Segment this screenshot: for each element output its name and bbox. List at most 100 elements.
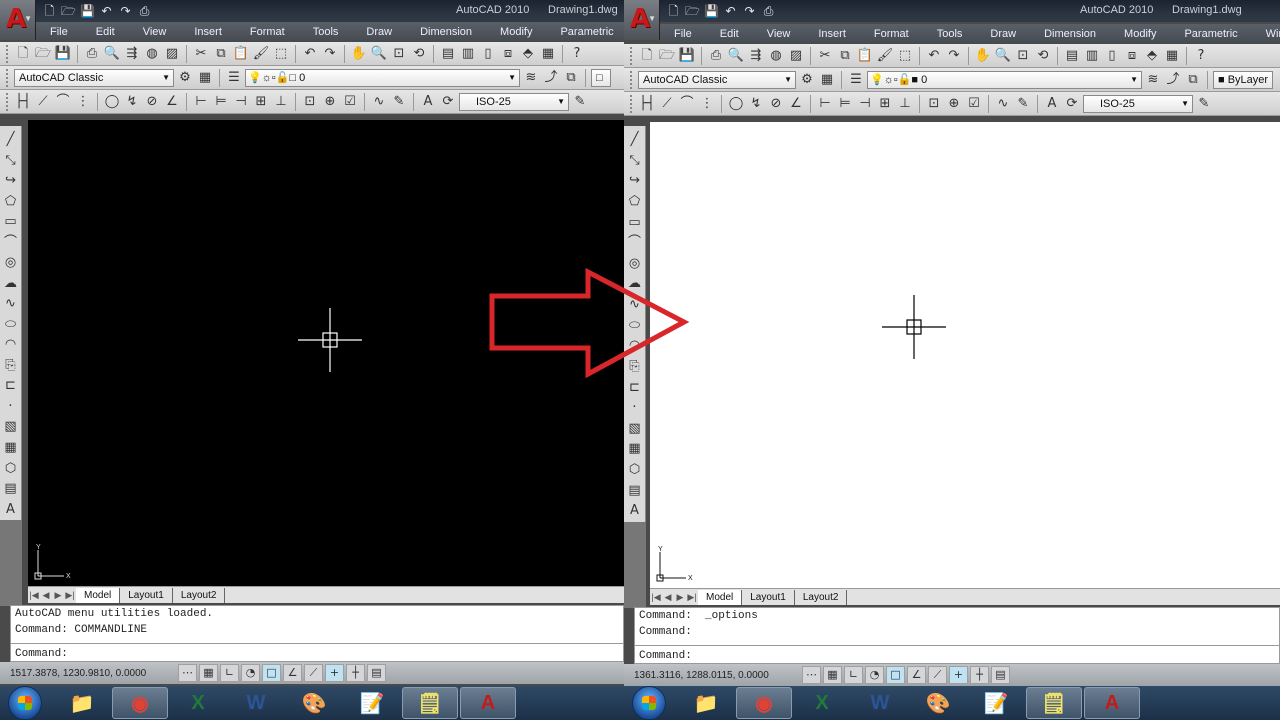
cut-icon[interactable]: ✂ xyxy=(192,45,210,63)
continue-icon[interactable]: ⊣ xyxy=(856,95,874,113)
line-icon[interactable]: ╱ xyxy=(626,130,644,151)
menu-item-view[interactable]: View xyxy=(753,28,805,40)
help-icon[interactable]: ? xyxy=(1192,47,1210,65)
taskbar-paint[interactable]: 🎨 xyxy=(910,687,966,719)
dyn-icon[interactable]: + xyxy=(325,664,344,682)
dimension-style-icon[interactable]: ✎ xyxy=(1195,95,1213,113)
menu-item-parametric[interactable]: Parametric xyxy=(546,26,624,38)
lwt-icon[interactable]: ┼ xyxy=(970,666,989,684)
match-properties-icon[interactable]: 🖌 xyxy=(876,47,894,65)
taskbar-google-chrome[interactable]: ◉ xyxy=(736,687,792,719)
gradient-icon[interactable]: ▦ xyxy=(2,438,20,459)
circle-icon[interactable]: ◎ xyxy=(2,253,20,274)
dimension-style-icon[interactable]: ✎ xyxy=(571,93,589,111)
layer-properties-icon[interactable]: ☰ xyxy=(847,71,865,89)
point-icon[interactable]: · xyxy=(2,397,20,418)
match-properties-icon[interactable]: 🖌 xyxy=(252,45,270,63)
tab-layout1[interactable]: Layout1 xyxy=(120,587,173,603)
first-tab-icon[interactable]: |◀ xyxy=(650,592,662,603)
zoom-previous-icon[interactable]: ⟲ xyxy=(1034,47,1052,65)
taskbar-sticky-notes[interactable]: 🗒 xyxy=(1026,687,1082,719)
plot-style-icon[interactable]: ▨ xyxy=(787,47,805,65)
zoom-realtime-icon[interactable]: 🔍 xyxy=(370,45,388,63)
construction-line-icon[interactable]: ⤡ xyxy=(2,151,20,172)
workspace-dropdown[interactable]: AutoCAD Classic ▼ xyxy=(14,68,174,87)
sheet-set-icon[interactable]: ⧈ xyxy=(1123,47,1141,65)
region-icon[interactable]: ⬡ xyxy=(626,460,644,481)
region-icon[interactable]: ⬡ xyxy=(2,459,20,480)
markup-icon[interactable]: ⬘ xyxy=(519,45,537,63)
prev-tab-icon[interactable]: ◀ xyxy=(40,590,52,601)
next-tab-icon[interactable]: ▶ xyxy=(674,592,686,603)
block-editor-icon[interactable]: ⬚ xyxy=(272,45,290,63)
taskbar-sticky-notes[interactable]: 🗒 xyxy=(402,687,458,719)
hatch-icon[interactable]: ▧ xyxy=(2,417,20,438)
menu-item-tools[interactable]: Tools xyxy=(923,28,977,40)
menu-item-edit[interactable]: Edit xyxy=(706,28,753,40)
menu-item-draw[interactable]: Draw xyxy=(352,26,406,38)
rectangle-icon[interactable]: ▭ xyxy=(2,212,20,233)
menu-item-format[interactable]: Format xyxy=(860,28,923,40)
application-menu-button[interactable]: A ▼ xyxy=(624,0,660,40)
taskbar-microsoft-excel[interactable]: X xyxy=(794,687,850,719)
arc-length-icon[interactable]: ⌒ xyxy=(54,93,72,111)
menu-item-parametric[interactable]: Parametric xyxy=(1170,28,1251,40)
plot-style-icon[interactable]: ▨ xyxy=(163,45,181,63)
ordinate-icon[interactable]: ⋮ xyxy=(698,95,716,113)
publish-icon[interactable]: ⇶ xyxy=(123,45,141,63)
update-icon[interactable]: ⟳ xyxy=(1063,95,1081,113)
table-icon[interactable]: ▤ xyxy=(2,479,20,500)
tab-layout2[interactable]: Layout2 xyxy=(795,589,848,605)
gradient-icon[interactable]: ▦ xyxy=(626,439,644,460)
tool-palettes-icon[interactable]: ▯ xyxy=(1103,47,1121,65)
ortho-icon[interactable]: ∟ xyxy=(844,666,863,684)
snap-icon[interactable]: ⋯ xyxy=(802,666,821,684)
dimtedit-icon[interactable]: A xyxy=(419,93,437,111)
break-icon[interactable]: ⊥ xyxy=(272,93,290,111)
save-icon[interactable]: 💾 xyxy=(54,45,72,63)
command-prompt[interactable]: Command: xyxy=(639,650,692,662)
jogged-icon[interactable]: ↯ xyxy=(747,95,765,113)
start-button[interactable] xyxy=(632,686,666,720)
inspect-icon[interactable]: ☑ xyxy=(965,95,983,113)
aligned-icon[interactable]: ⟋ xyxy=(658,95,676,113)
osnap-icon[interactable]: □ xyxy=(262,664,281,682)
break-icon[interactable]: ⊥ xyxy=(896,95,914,113)
undo-icon[interactable]: ↶ xyxy=(723,4,738,18)
taskbar-autocad-2010[interactable]: A xyxy=(460,687,516,719)
dimedit-icon[interactable]: ✎ xyxy=(1014,95,1032,113)
open-icon[interactable]: 🗁 xyxy=(658,47,676,65)
layer-states-icon[interactable]: ⧉ xyxy=(1184,71,1202,89)
undo-icon[interactable]: ↶ xyxy=(99,4,114,18)
paste-icon[interactable]: 📋 xyxy=(856,47,874,65)
dimedit-icon[interactable]: ✎ xyxy=(390,93,408,111)
help-icon[interactable]: ? xyxy=(568,45,586,63)
ellipse-icon[interactable]: ⬭ xyxy=(2,315,20,336)
polyline-icon[interactable]: ↪ xyxy=(626,171,644,192)
toolbar-grip[interactable] xyxy=(630,46,634,65)
space-icon[interactable]: ⊞ xyxy=(252,93,270,111)
tolerance-icon[interactable]: ⊡ xyxy=(925,95,943,113)
tab-layout1[interactable]: Layout1 xyxy=(742,589,795,605)
qp-icon[interactable]: ▤ xyxy=(367,664,386,682)
properties-icon[interactable]: ▤ xyxy=(1063,47,1081,65)
last-tab-icon[interactable]: ▶| xyxy=(686,592,698,603)
layer-states-icon[interactable]: ⧉ xyxy=(562,69,580,87)
revision-cloud-icon[interactable]: ☁ xyxy=(2,274,20,295)
ordinate-icon[interactable]: ⋮ xyxy=(74,93,92,111)
lwt-icon[interactable]: ┼ xyxy=(346,664,365,682)
preview-icon[interactable]: 🔍 xyxy=(103,45,121,63)
polar-icon[interactable]: ◔ xyxy=(241,664,260,682)
ducs-icon[interactable]: ⟋ xyxy=(928,666,947,684)
toolbar-grip[interactable] xyxy=(630,94,634,113)
save-icon[interactable]: 💾 xyxy=(678,47,696,65)
pan-icon[interactable]: ✋ xyxy=(350,45,368,63)
multiline-text-icon[interactable]: A xyxy=(2,500,20,521)
toolbar-grip[interactable] xyxy=(6,92,10,111)
polyline-icon[interactable]: ↪ xyxy=(2,171,20,192)
construction-line-icon[interactable]: ⤡ xyxy=(626,151,644,172)
radius-icon[interactable]: ◯ xyxy=(103,93,121,111)
table-icon[interactable]: ▤ xyxy=(626,481,644,502)
taskbar-windows-explorer[interactable]: 📁 xyxy=(678,687,734,719)
menu-item-modify[interactable]: Modify xyxy=(486,26,546,38)
